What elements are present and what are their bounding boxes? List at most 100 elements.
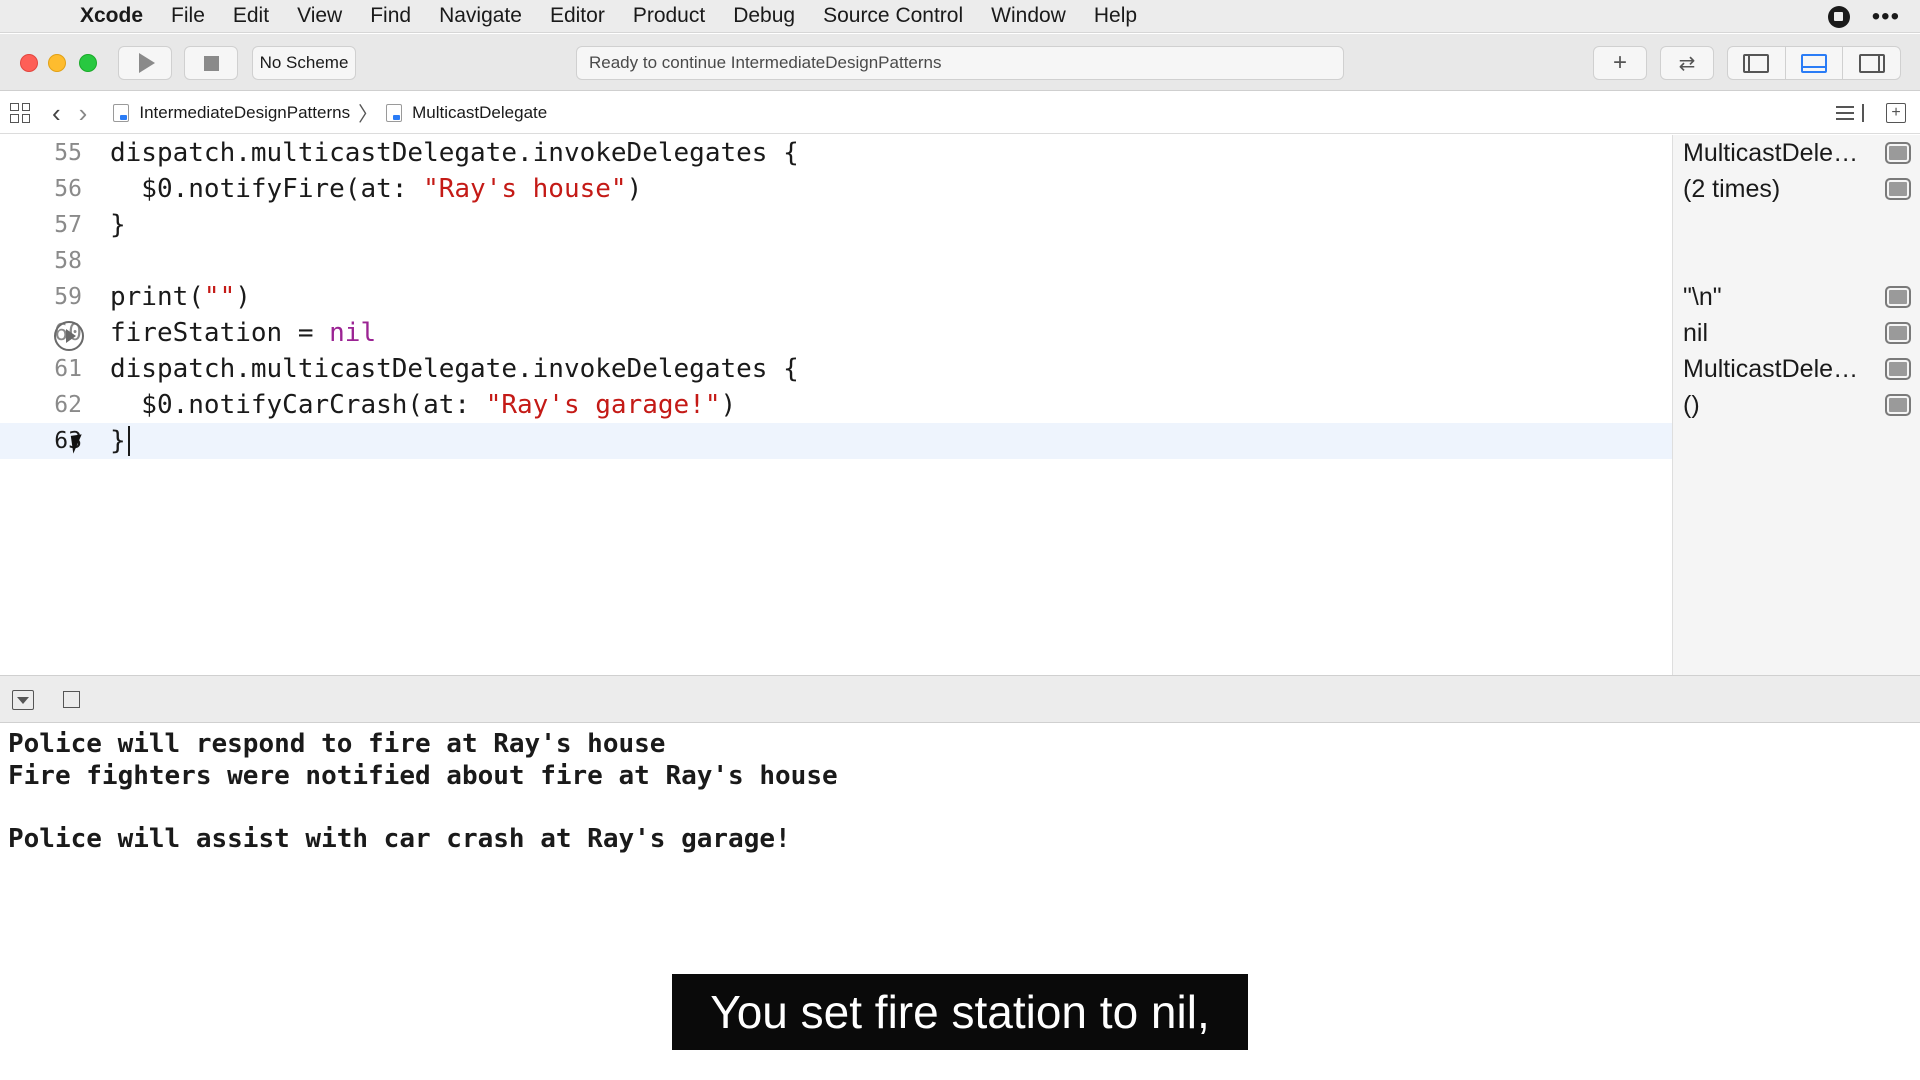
jump-bar-right-controls: + [1836,92,1906,134]
hide-debug-area-icon[interactable] [12,690,34,710]
console-line: Police will assist with car crash at Ray… [8,823,791,854]
show-result-icon[interactable] [1885,358,1911,380]
line-number: 57 [54,212,82,238]
window-zoom-button[interactable] [79,54,97,72]
result-row: "\n" [1673,279,1920,315]
menu-view[interactable]: View [297,4,342,28]
breadcrumb-project[interactable]: IntermediateDesignPatterns [113,103,350,123]
result-value: MulticastDelegate<AlertPrototype> [1683,354,1863,383]
line-number: 55 [54,140,82,166]
show-result-icon[interactable] [1885,178,1911,200]
code-line[interactable]: 62 $0.notifyCarCrash(at: "Ray's garage!"… [0,387,1672,423]
line-number: 58 [54,248,82,274]
mouse-pointer-icon [70,434,85,454]
video-caption: You set fire station to nil, [672,974,1248,1050]
menubar-status-area: ••• [1827,0,1900,33]
breadcrumb-file-label: MulticastDelegate [412,102,548,122]
more-options-icon[interactable]: ••• [1872,3,1900,31]
code-line[interactable]: 63} [0,423,1672,459]
code-line[interactable]: 55 dispatch.multicastDelegate.invokeDeleg… [0,135,1672,171]
editor-options-icon[interactable] [1836,104,1864,122]
result-row: nil [1673,315,1920,351]
result-value: "\n" [1683,282,1722,311]
toggle-debug-area-button[interactable] [1786,47,1844,79]
left-panel-icon [1743,53,1770,73]
add-editor-icon[interactable]: + [1886,103,1906,123]
show-result-icon[interactable] [1885,322,1911,344]
code-line[interactable]: 61 dispatch.multicastDelegate.invokeDeleg… [0,351,1672,387]
code-line[interactable]: 60 fireStation = nil [0,315,1672,351]
result-row: () [1673,387,1920,423]
menu-product[interactable]: Product [633,4,705,28]
console-line: Police will respond to fire at Ray's hou… [8,729,666,759]
menu-bar: Xcode File Edit View Find Navigate Edito… [0,0,1920,33]
stop-button[interactable] [184,46,238,80]
code-text: print("") [110,282,251,312]
show-result-icon[interactable] [1885,394,1911,416]
code-text: } [110,210,126,240]
menu-find[interactable]: Find [370,4,411,28]
menu-edit[interactable]: Edit [233,4,269,28]
code-text: $0.notifyCarCrash(at: "Ray's garage!") [110,390,737,420]
activity-viewer: Ready to continue IntermediateDesignPatt… [576,46,1344,80]
related-items-grid-icon[interactable] [10,102,30,123]
breadcrumb-project-label: IntermediateDesignPatterns [139,102,351,122]
jump-bar: ‹ › IntermediateDesignPatterns 〉 Multica… [0,92,1920,134]
code-line[interactable]: 56 $0.notifyFire(at: "Ray's house") [0,171,1672,207]
run-button[interactable] [118,46,172,80]
menu-navigate[interactable]: Navigate [439,4,522,28]
code-line[interactable]: 59 print("") [0,279,1672,315]
forward-chevron-icon[interactable]: › [79,100,88,126]
show-result-icon[interactable] [1885,286,1911,308]
line-number: 63 [54,428,82,454]
line-number: 61 [54,356,82,382]
scheme-selector[interactable]: No Scheme [252,46,356,80]
result-value: nil [1683,318,1709,347]
right-panel-icon [1858,53,1885,73]
menu-editor[interactable]: Editor [550,4,605,28]
panel-toggle-group [1727,46,1901,80]
console-line: Fire fighters were notified about fire a… [8,760,838,791]
code-text: fireStation = nil [110,318,377,348]
console-toggle-icon[interactable] [63,691,80,708]
menu-file[interactable]: File [171,4,205,28]
library-add-button[interactable]: + [1593,46,1647,80]
menu-app-name[interactable]: Xcode [80,4,143,28]
line-number: 59 [54,284,82,310]
result-row: MulticastDelegate<AlertPrototype> [1673,351,1920,387]
breadcrumb-separator-icon: 〉 [358,104,379,126]
window-minimize-button[interactable] [48,54,66,72]
breadcrumb-file[interactable]: MulticastDelegate [386,103,547,123]
code-line[interactable]: 58 [0,243,1672,279]
back-chevron-icon[interactable]: ‹ [52,100,61,126]
execute-playground-icon[interactable] [54,321,84,351]
result-value: MulticastDelegate<AlertPrototype> [1683,138,1863,167]
result-value: (2 times) [1683,174,1781,203]
menu-help[interactable]: Help [1094,4,1137,28]
menu-debug[interactable]: Debug [733,4,795,28]
code-text: dispatch.multicastDelegate.invokeDelegat… [110,354,799,384]
result-row: MulticastDelegate<AlertPrototype> [1673,135,1920,171]
code-review-button[interactable]: ⇄ [1660,46,1714,80]
bottom-panel-icon [1801,53,1827,73]
code-text: $0.notifyFire(at: "Ray's house") [110,174,643,204]
menu-source-control[interactable]: Source Control [823,4,963,28]
screen-recording-stop-icon[interactable] [1827,5,1850,28]
swift-file-icon [386,103,403,122]
window-close-button[interactable] [20,54,38,72]
window-toolbar: No Scheme Ready to continue Intermediate… [0,34,1920,91]
result-row: (2 times) [1673,171,1920,207]
code-line[interactable]: 57} [0,207,1672,243]
text-caret [127,426,130,457]
code-text: } [110,426,130,457]
result-value: () [1683,390,1700,419]
show-result-icon[interactable] [1885,142,1911,164]
debug-bar [0,675,1920,723]
code-editor[interactable]: 55 dispatch.multicastDelegate.invokeDeleg… [0,135,1672,675]
line-number: 62 [54,392,82,418]
toggle-inspector-button[interactable] [1843,47,1900,79]
toggle-navigator-button[interactable] [1728,47,1786,79]
menu-window[interactable]: Window [991,4,1066,28]
line-number: 56 [54,176,82,202]
